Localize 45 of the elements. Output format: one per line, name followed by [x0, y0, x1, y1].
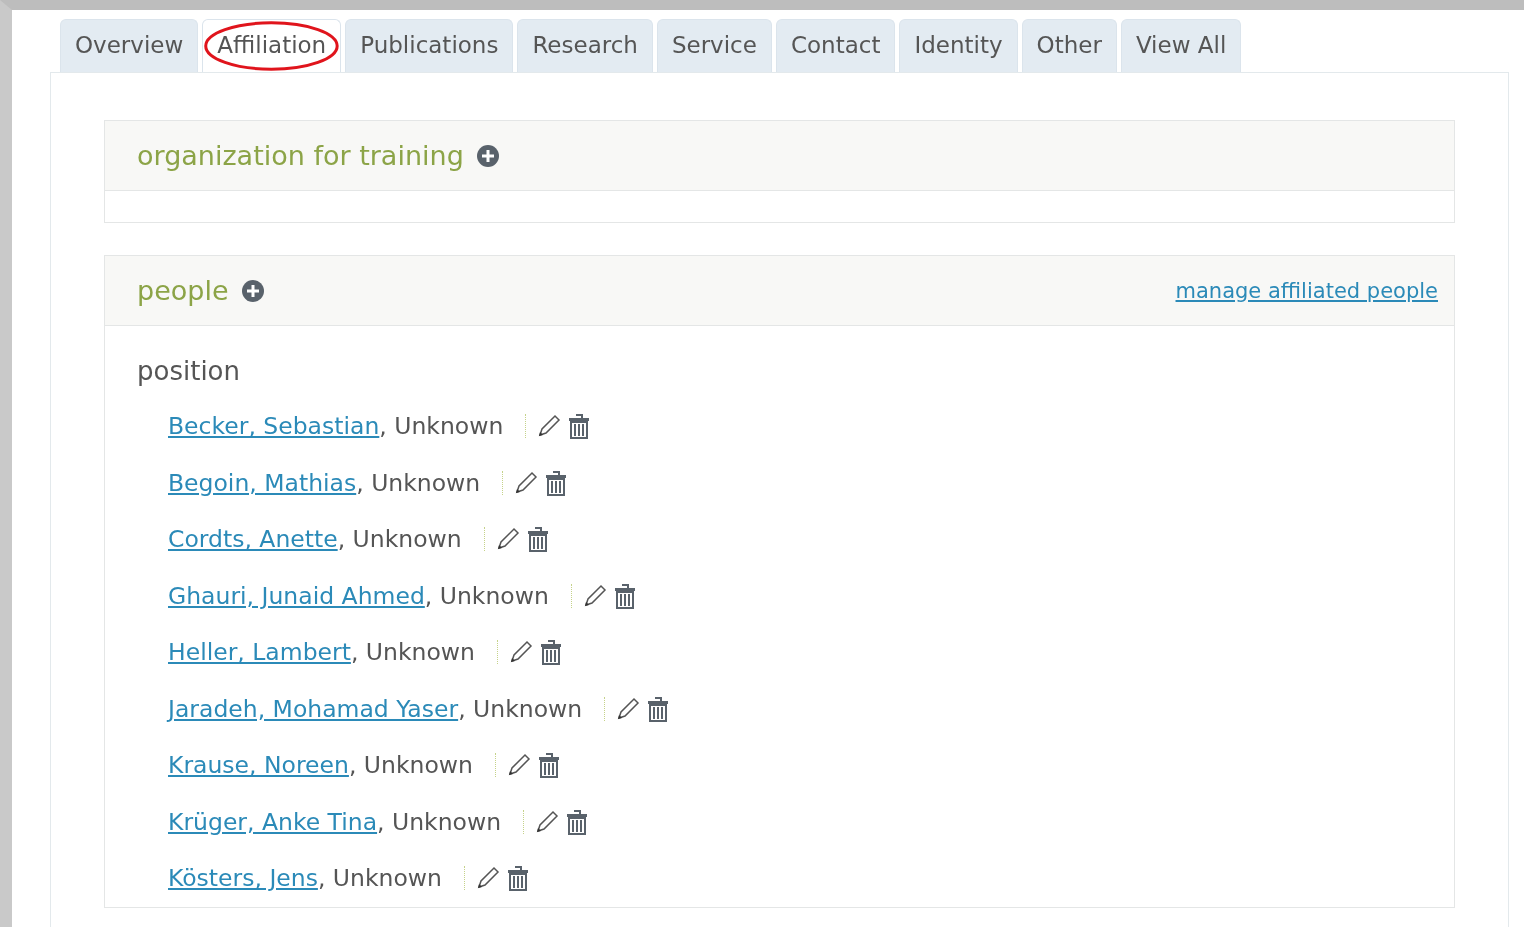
trash-icon[interactable]	[568, 413, 591, 440]
pencil-icon[interactable]	[534, 808, 561, 835]
role-text: , Unknown	[424, 581, 549, 610]
add-icon[interactable]	[240, 278, 265, 303]
person-link[interactable]: Begoin, Mathias	[168, 468, 357, 497]
manage-link[interactable]: manage affiliated people	[1175, 278, 1438, 303]
person-link[interactable]: Cordts, Anette	[168, 525, 338, 554]
add-icon[interactable]	[475, 143, 500, 168]
trash-icon[interactable]	[647, 695, 670, 722]
role-text: , Unknown	[356, 468, 481, 497]
tab[interactable]: Identity	[899, 19, 1018, 72]
role-text: , Unknown	[379, 412, 504, 441]
person-link[interactable]: Krause, Noreen	[168, 751, 349, 780]
tab[interactable]: Publications	[345, 19, 514, 72]
person-link[interactable]: Kösters, Jens	[168, 864, 318, 893]
trash-icon[interactable]	[566, 808, 589, 835]
tab[interactable]: Research	[517, 19, 653, 72]
role-text: , Unknown	[317, 864, 442, 893]
tab[interactable]: Service	[656, 19, 772, 72]
trash-icon[interactable]	[613, 582, 636, 609]
tab[interactable]: Affiliation	[202, 19, 342, 72]
trash-icon[interactable]	[539, 639, 562, 666]
person-link[interactable]: Ghauri, Junaid Ahmed	[168, 581, 425, 610]
person-link[interactable]: Krüger, Anke Tina	[168, 807, 378, 836]
person-link[interactable]: Heller, Lambert	[168, 638, 351, 667]
role-text: , Unknown	[348, 751, 473, 780]
group-heading: position	[137, 356, 241, 386]
person-link[interactable]: Jaradeh, Mohamad Yaser	[168, 694, 459, 723]
section-title: people	[137, 275, 229, 306]
trash-icon[interactable]	[537, 752, 560, 779]
section-title: organization for training	[137, 140, 464, 171]
tab[interactable]: Contact	[775, 19, 896, 72]
trash-icon[interactable]	[506, 865, 529, 892]
trash-icon[interactable]	[526, 526, 549, 553]
role-text: , Unknown	[337, 525, 462, 554]
role-text: , Unknown	[377, 807, 502, 836]
pencil-icon[interactable]	[615, 695, 642, 722]
trash-icon[interactable]	[545, 469, 568, 496]
role-text: , Unknown	[350, 638, 475, 667]
role-text: , Unknown	[458, 694, 583, 723]
tab[interactable]: View All	[1120, 19, 1242, 72]
person-link[interactable]: Becker, Sebastian	[168, 412, 380, 441]
tab[interactable]: Other	[1021, 19, 1117, 72]
pencil-icon[interactable]	[513, 469, 540, 496]
tab[interactable]: Overview	[60, 19, 199, 72]
